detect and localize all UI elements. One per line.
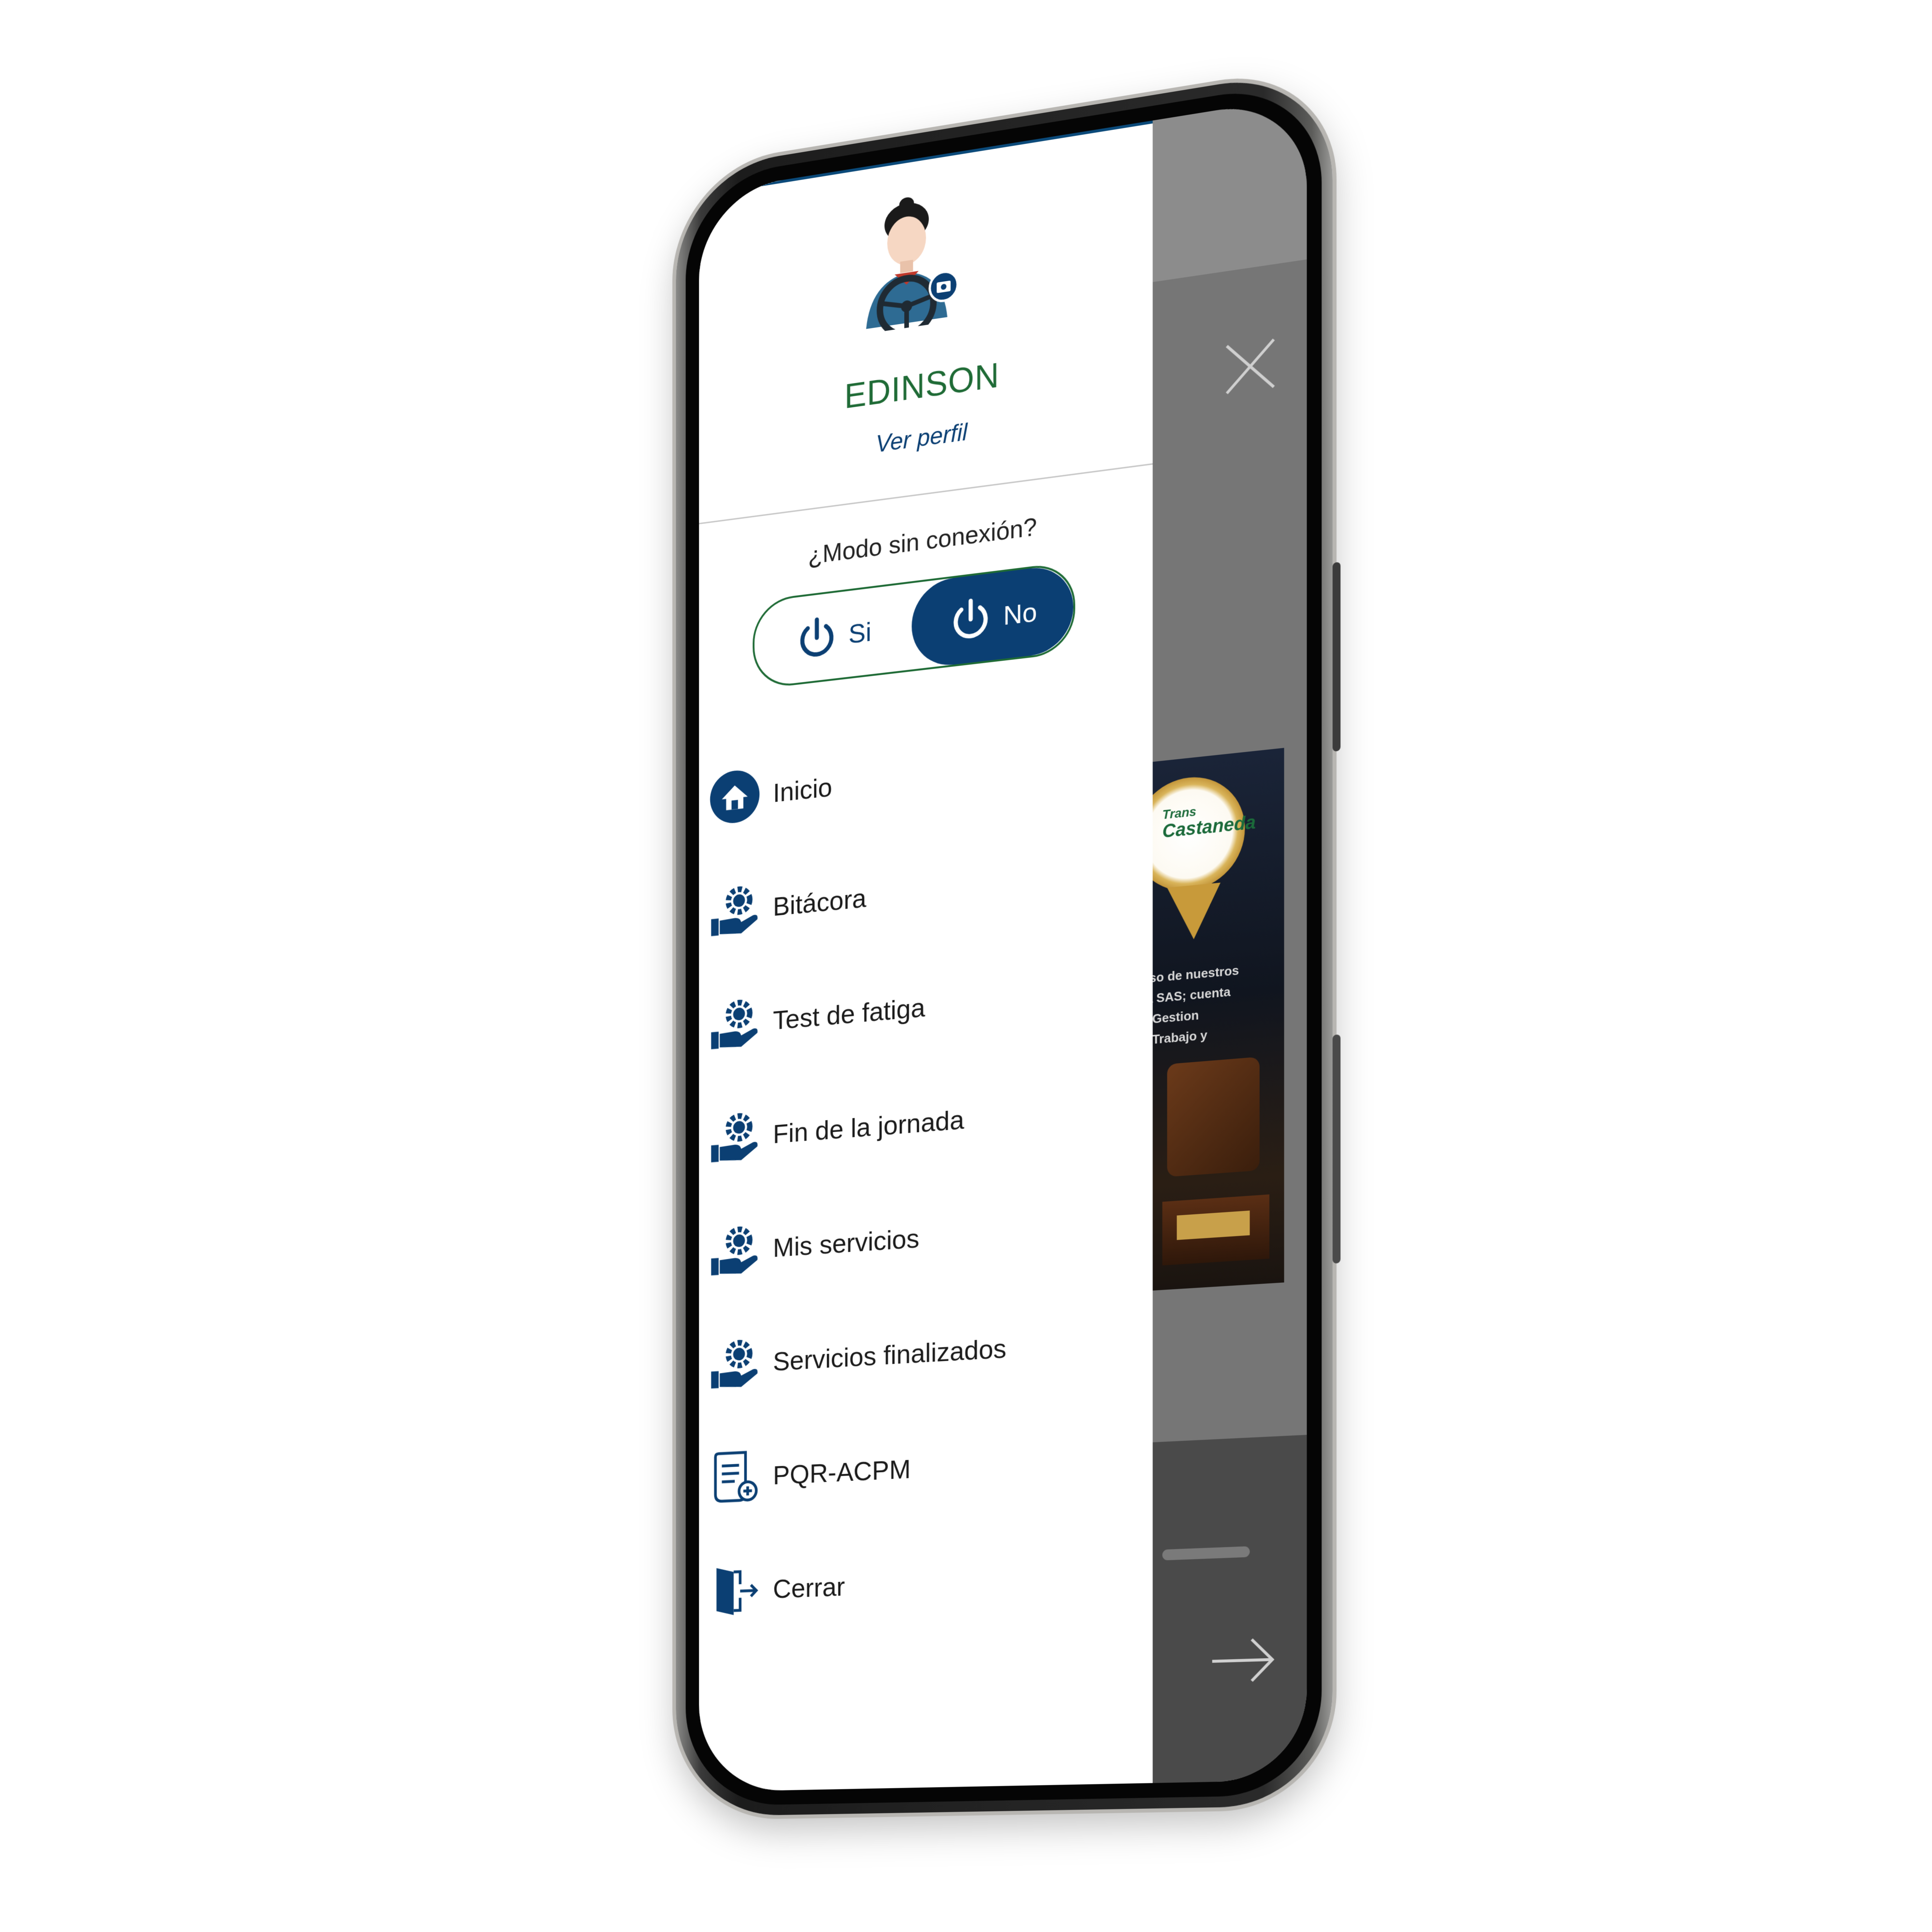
scene: Trans Castaneda niso de nuestros da SAS;… <box>0 0 1932 1932</box>
menu-item-label: Fin de la jornada <box>773 1104 964 1150</box>
navigation-drawer: EDINSON Ver perfil ¿Modo sin conexión? S… <box>699 121 1152 1792</box>
menu-item-cerrar[interactable]: Cerrar <box>699 1525 1152 1638</box>
menu-item-label: Bitácora <box>773 882 866 922</box>
menu-item-pqr-acpm[interactable]: PQR-ACPM <box>699 1408 1152 1525</box>
offline-no-label: No <box>1003 596 1037 631</box>
close-icon[interactable] <box>1221 333 1280 400</box>
offline-mode-toggle[interactable]: Si No <box>753 561 1075 690</box>
menu-item-label: Servicios finalizados <box>773 1332 1006 1377</box>
menu-item-label: Inicio <box>773 771 832 808</box>
gear-hand-icon <box>708 993 762 1054</box>
offline-yes-label: Si <box>849 616 871 650</box>
phone-screen: Trans Castaneda niso de nuestros da SAS;… <box>699 96 1307 1792</box>
offline-no-option[interactable]: No <box>912 563 1074 669</box>
home-icon <box>708 766 762 828</box>
phone-side-button <box>1333 562 1340 752</box>
power-icon <box>947 592 994 646</box>
phone-mockup: Trans Castaneda niso de nuestros da SAS;… <box>676 66 1332 1817</box>
gear-hand-icon <box>708 1334 762 1393</box>
poster-trophy <box>1167 1057 1259 1177</box>
background-poster: Trans Castaneda niso de nuestros da SAS;… <box>1153 748 1284 1291</box>
menu-item-label: PQR-ACPM <box>773 1453 910 1491</box>
offline-yes-option[interactable]: Si <box>754 583 911 688</box>
power-icon <box>794 611 839 664</box>
poster-ribbon <box>1167 882 1220 941</box>
gear-hand-icon <box>708 879 762 941</box>
menu-item-fin-de-la-jornada[interactable]: Fin de la jornada <box>699 1055 1152 1186</box>
drawer-menu: Inicio Bitácora Test de fatiga Fin de la… <box>699 703 1152 754</box>
menu-item-label: Cerrar <box>773 1571 845 1605</box>
menu-item-mis-servicios[interactable]: Mis servicios <box>699 1173 1152 1300</box>
phone-side-button-lower <box>1333 1034 1340 1264</box>
gear-hand-icon <box>708 1220 762 1280</box>
menu-item-label: Test de fatiga <box>773 991 925 1036</box>
document-add-icon <box>708 1447 762 1506</box>
menu-item-inicio[interactable]: Inicio <box>699 703 1152 848</box>
poster-trophy-plate <box>1177 1210 1250 1240</box>
arrow-right-icon[interactable] <box>1207 1622 1280 1699</box>
offline-mode-label: ¿Modo sin conexión? <box>699 497 1152 584</box>
menu-item-servicios-finalizados[interactable]: Servicios finalizados <box>699 1291 1152 1413</box>
menu-item-label: Mis servicios <box>773 1222 919 1263</box>
driver-avatar-icon[interactable] <box>852 185 963 336</box>
exit-door-icon <box>708 1561 762 1619</box>
menu-item-test-de-fatiga[interactable]: Test de fatiga <box>699 938 1152 1074</box>
gear-hand-icon <box>708 1106 762 1167</box>
poster-text: niso de nuestros da SAS; cuenta la Gesti… <box>1153 955 1284 1051</box>
menu-item-bitacora[interactable]: Bitácora <box>699 821 1152 961</box>
